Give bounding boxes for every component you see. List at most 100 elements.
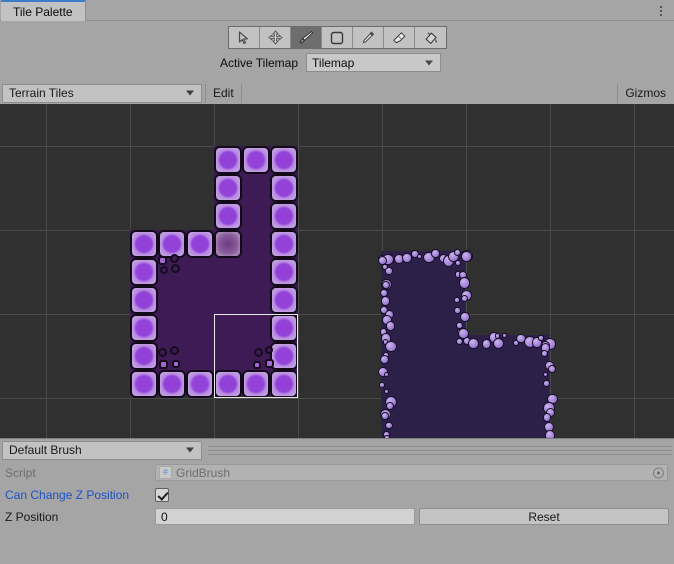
terrain-tile	[270, 342, 298, 370]
chevron-down-icon	[186, 91, 194, 96]
grid-line-vertical	[46, 104, 47, 438]
brush-dropdown[interactable]: Default Brush	[2, 441, 202, 460]
terrain-tile	[270, 230, 298, 258]
z-position-input[interactable]: 0	[155, 508, 415, 525]
terrain-tile	[186, 230, 214, 258]
script-file-icon: #	[159, 466, 172, 479]
terrain-b-edge-dot	[385, 422, 392, 429]
terrain-b-edge-dot	[468, 338, 479, 349]
terrain-b-edge-dot	[493, 338, 504, 349]
box-fill-icon	[330, 31, 344, 45]
active-tilemap-value: Tilemap	[312, 56, 354, 70]
terrain-b-edge-dot	[384, 372, 389, 377]
terrain-b-edge-dot	[543, 413, 551, 421]
terrain-pebble	[159, 360, 168, 369]
tool-buttons-group	[228, 26, 447, 49]
terrain-tile	[270, 258, 298, 286]
terrain-b-edge-dot	[385, 267, 393, 275]
tool-picker-button[interactable]	[353, 27, 384, 48]
chevron-down-icon	[425, 60, 433, 65]
terrain-tile	[214, 370, 242, 398]
object-picker-icon[interactable]	[653, 467, 664, 478]
tool-fill-button[interactable]	[415, 27, 446, 48]
terrain-b-edge-dot	[456, 338, 463, 345]
terrain-tile	[186, 370, 214, 398]
terrain-b-edge-dot	[384, 389, 389, 394]
terrain-b-edge-dot	[382, 281, 390, 289]
terrain-b-edge-dot	[461, 295, 468, 302]
paint-bucket-icon	[423, 30, 439, 46]
terrain-tile	[130, 230, 158, 258]
tool-box-fill-button[interactable]	[322, 27, 353, 48]
terrain-b-edge-dot	[386, 321, 396, 331]
can-change-z-row: Can Change Z Position	[0, 485, 674, 504]
terrain-tile	[242, 370, 270, 398]
window-tab-bar: Tile Palette	[0, 0, 674, 21]
script-value: GridBrush	[176, 466, 230, 480]
terrain-b-fill	[381, 335, 549, 438]
gizmos-button[interactable]: Gizmos	[617, 84, 673, 103]
terrain-tile	[214, 202, 242, 230]
grid-line-vertical	[298, 104, 299, 438]
cursor-arrow-icon	[238, 31, 250, 45]
grid-line-vertical	[550, 104, 551, 438]
brush-value: Default Brush	[9, 443, 82, 457]
eraser-icon	[392, 30, 407, 45]
terrain-b-edge-dot	[381, 296, 390, 305]
terrain-pebble	[171, 264, 180, 273]
tab-tile-palette[interactable]: Tile Palette	[1, 0, 86, 21]
tool-erase-button[interactable]	[384, 27, 415, 48]
active-tilemap-dropdown[interactable]: Tilemap	[306, 53, 441, 72]
eyedropper-icon	[361, 30, 376, 45]
terrain-b-edge-dot	[380, 355, 389, 364]
terrain-tile	[270, 314, 298, 342]
terrain-tile	[130, 258, 158, 286]
edit-button[interactable]: Edit	[205, 84, 242, 103]
terrain-pebble	[158, 348, 167, 357]
terrain-b-edge-dot	[545, 430, 555, 438]
terrain-b-edge-dot	[459, 277, 470, 288]
terrain-pebble	[170, 254, 179, 263]
terrain-tile	[270, 146, 298, 174]
brush-inspector: Script # GridBrush Can Change Z Position…	[0, 461, 674, 564]
terrain-b-edge-dot	[379, 382, 385, 388]
terrain-b-edge-dot	[460, 312, 470, 322]
terrain-tile	[130, 286, 158, 314]
kebab-menu-icon[interactable]	[654, 3, 668, 19]
terrain-tile	[214, 174, 242, 202]
terrain-tile	[130, 314, 158, 342]
terrain-tile	[130, 370, 158, 398]
terrain-pebble	[172, 360, 180, 368]
active-tilemap-label: Active Tilemap	[220, 56, 298, 70]
can-change-z-checkbox[interactable]	[155, 488, 169, 502]
palette-dropdown[interactable]: Terrain Tiles	[2, 84, 202, 103]
palette-toolbar: Terrain Tiles Edit Gizmos	[0, 82, 674, 104]
terrain-tile	[242, 146, 270, 174]
chevron-down-icon	[186, 448, 194, 453]
terrain-tile	[270, 286, 298, 314]
terrain-b-edge-dot	[541, 350, 548, 357]
terrain-pebble	[265, 359, 274, 368]
tile-palette-window: Tile Palette	[0, 0, 674, 564]
terrain-tile	[130, 342, 158, 370]
tool-select-button[interactable]	[229, 27, 260, 48]
terrain-b-edge-dot	[548, 365, 556, 373]
tile-palette-canvas[interactable]	[0, 104, 674, 438]
palette-value: Terrain Tiles	[9, 86, 74, 100]
terrain-b-edge-dot	[454, 307, 461, 314]
z-position-value: 0	[161, 510, 168, 524]
brush-separator-lines	[208, 445, 672, 456]
tool-paint-button[interactable]	[291, 27, 322, 48]
tool-move-button[interactable]	[260, 27, 291, 48]
terrain-pebble	[160, 266, 168, 274]
reset-button[interactable]: Reset	[419, 508, 669, 525]
terrain-tile	[158, 370, 186, 398]
reset-label: Reset	[528, 510, 559, 524]
tab-label: Tile Palette	[13, 5, 73, 19]
script-object-field[interactable]: # GridBrush	[155, 464, 668, 481]
paintbrush-icon	[298, 30, 314, 46]
terrain-pebble	[254, 348, 263, 357]
toolbar-spacer	[242, 84, 618, 103]
grid-line-horizontal	[0, 398, 674, 399]
grid-line-horizontal	[0, 146, 674, 147]
